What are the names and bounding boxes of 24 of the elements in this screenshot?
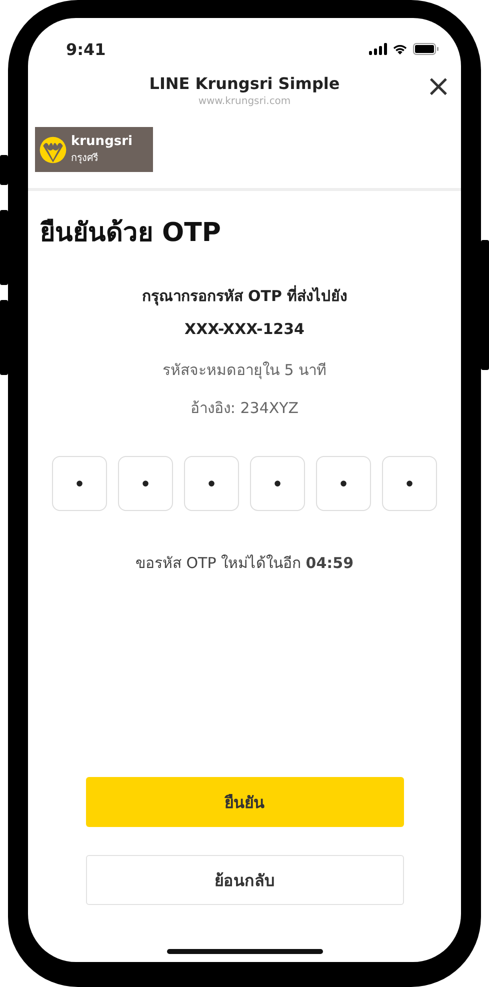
phone-number: XXX-XXX-1234 — [184, 320, 304, 338]
resend-text: ขอรหัส OTP ใหม่ได้ในอีก 04:59 — [135, 553, 354, 574]
instruction-text: กรุณากรอกรหัส OTP ที่ส่งไปยัง — [142, 284, 348, 308]
otp-field[interactable]: • — [118, 456, 173, 511]
logo-text: กรุงศรี — [71, 152, 99, 165]
reference-text: อ้างอิง: 234XYZ — [190, 398, 299, 419]
heading: ยืนยันด้วย OTP — [40, 217, 221, 250]
page-title: LINE Krungsri Simple — [149, 74, 340, 93]
signal-icon — [369, 43, 387, 55]
battery-icon — [413, 43, 439, 55]
confirm-button[interactable]: ยืนยัน — [86, 777, 404, 827]
otp-field[interactable]: • — [52, 456, 107, 511]
otp-field[interactable]: • — [316, 456, 371, 511]
otp-field[interactable]: • — [184, 456, 239, 511]
logo-mark-icon — [39, 136, 67, 164]
expiry-text: รหัสจะหมดอายุใน 5 นาที — [162, 360, 327, 382]
back-button[interactable]: ย้อนกลับ — [86, 855, 404, 905]
logo-text: krungsri — [71, 134, 132, 150]
otp-field[interactable]: • — [250, 456, 305, 511]
status-time: 9:41 — [66, 40, 106, 58]
url-text: www.krungsri.com — [197, 96, 292, 107]
close-button[interactable]: × — [424, 72, 453, 102]
otp-field[interactable]: • — [382, 456, 437, 511]
wifi-icon — [392, 43, 408, 55]
